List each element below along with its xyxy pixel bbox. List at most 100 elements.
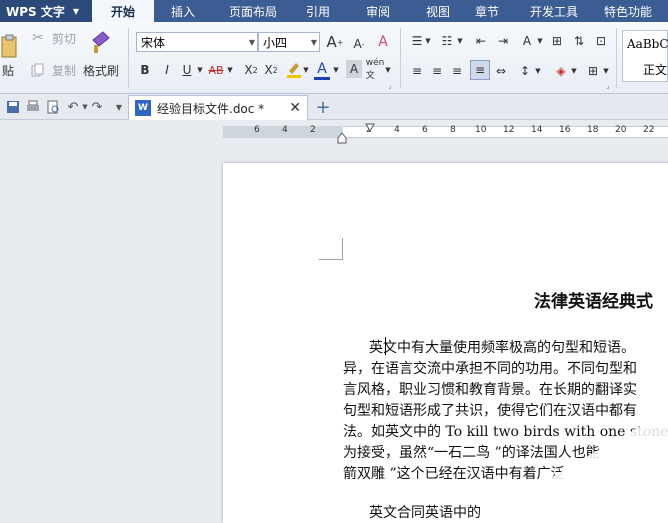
font-color-icon[interactable]: A [314, 60, 330, 80]
menu-bar: WPS 文字 ▼ 开始 插入 页面布局 引用 审阅 视图 章节 开发工具 特色功… [0, 0, 668, 22]
font-size-value: 小四 [263, 35, 288, 50]
subscript-icon[interactable]: X2 [262, 60, 280, 80]
save-icon[interactable] [4, 98, 22, 116]
separator [400, 28, 401, 88]
close-icon[interactable]: ✕ [289, 100, 301, 116]
chevron-down-icon[interactable]: ▼ [332, 62, 340, 78]
horizontal-ruler[interactable]: 6 4 2 2 4 6 8 10 12 14 16 18 20 22 [0, 120, 668, 144]
shading-icon[interactable]: ◈ [552, 62, 570, 80]
borders-icon[interactable]: ⊞ [584, 62, 602, 80]
show-marks-icon[interactable]: ⊡ [592, 32, 610, 50]
chevron-down-icon[interactable]: ▼ [456, 34, 464, 48]
print-preview-icon[interactable] [44, 98, 62, 116]
scissors-icon[interactable]: ✂ [30, 30, 46, 46]
paragraph-line: 英文中有大量使用频率极高的句型和短语。 [369, 340, 635, 356]
chevron-down-icon[interactable]: ▼ [196, 62, 204, 78]
document-tab[interactable]: W 经验目标文件.doc * ✕ [128, 95, 308, 120]
align-left-icon[interactable]: ≡ [408, 62, 426, 80]
underline-icon[interactable]: U [180, 60, 194, 80]
decrease-indent-icon[interactable]: ⇤ [472, 32, 490, 50]
tab-section[interactable]: 章节 [462, 0, 512, 22]
font-name-select[interactable]: 宋体 ▼ [136, 32, 258, 52]
cut-button[interactable]: 剪切 [50, 30, 78, 46]
document-tab-label: 经验目标文件.doc * [157, 101, 265, 116]
justify-icon[interactable]: ≡ [470, 60, 490, 80]
new-tab-icon[interactable]: + [314, 97, 332, 118]
char-shading-icon[interactable]: A [346, 60, 362, 78]
dialog-launcher-icon[interactable]: ⌟ [386, 82, 394, 90]
table-icon[interactable]: ⊞ [548, 32, 566, 50]
format-painter-button[interactable]: 格式刷 [80, 62, 122, 78]
paste-icon[interactable] [0, 32, 20, 62]
ruler-tick: 4 [394, 125, 400, 135]
italic-icon[interactable]: I [160, 60, 174, 80]
phonetic-guide-icon[interactable]: wén 文 [366, 58, 385, 81]
distribute-icon[interactable]: ⇔ [492, 62, 510, 80]
chevron-down-icon[interactable]: ▼ [302, 62, 310, 78]
chevron-down-icon[interactable]: ▼ [536, 34, 544, 48]
chevron-down-icon[interactable]: ▼ [570, 64, 578, 78]
align-center-icon[interactable]: ≡ [428, 62, 446, 80]
copy-button[interactable]: 复制 [50, 62, 78, 78]
chevron-down-icon[interactable]: ▼ [602, 64, 610, 78]
tab-features[interactable]: 特色功能 [596, 0, 660, 22]
margin-corner-mark [319, 238, 343, 260]
superscript-icon[interactable]: X2 [242, 60, 260, 80]
shrink-font-icon[interactable]: A- [350, 34, 368, 54]
paragraph-line: 句型和短语形成了共识，使得它们在汉语中都有 [343, 403, 637, 419]
chevron-down-icon: ▼ [248, 38, 255, 47]
sort-icon[interactable]: ⇅ [570, 32, 588, 50]
first-line-indent-marker[interactable] [365, 122, 375, 133]
tab-developer[interactable]: 开发工具 [512, 0, 596, 22]
dialog-launcher-icon[interactable]: ⌟ [604, 82, 612, 90]
tab-page-layout[interactable]: 页面布局 [212, 0, 294, 22]
paragraph-line: 英文合同英语中的 [369, 505, 481, 521]
ruler-tick: 10 [475, 125, 487, 135]
redo-icon[interactable]: ↷ [88, 98, 106, 116]
line-spacing-icon[interactable]: ↕ [516, 62, 534, 80]
tab-view[interactable]: 视图 [414, 0, 462, 22]
clear-format-icon[interactable]: A [374, 32, 392, 52]
ribbon-toolbar: 贴 ✂ 剪切 复制 格式刷 宋体 ▼ 小四 ▼ A + A- A B I U ▼ AB… [0, 22, 668, 94]
tab-home[interactable]: 开始 [92, 0, 154, 22]
paragraph-line: 箭双雕 ”这个已经在汉语中有着广泛 [343, 466, 565, 482]
print-icon[interactable] [24, 98, 42, 116]
grow-font-icon[interactable]: A + [326, 32, 344, 52]
align-right-icon[interactable]: ≡ [448, 62, 466, 80]
style-preview: AaBbC [627, 37, 668, 51]
numbered-list-icon[interactable]: ☷ [438, 32, 456, 50]
chevron-down-icon[interactable]: ▼ [226, 62, 234, 78]
tab-review[interactable]: 审阅 [342, 0, 414, 22]
font-size-select[interactable]: 小四 ▼ [258, 32, 320, 52]
quick-access-bar: ↶ ▼ ↷ ▼ W 经验目标文件.doc * ✕ + [0, 94, 668, 120]
app-name: WPS 文字 [6, 4, 65, 19]
tab-insert[interactable]: 插入 [154, 0, 212, 22]
bold-icon[interactable]: B [138, 60, 152, 80]
ruler-tick: 22 [643, 125, 655, 135]
paragraph-line: 异，在语言交流中承担不同的功用。不同句型和 [343, 361, 637, 377]
text-direction-icon[interactable]: A [518, 32, 536, 50]
ruler-tick: 2 [310, 125, 316, 135]
increase-indent-icon[interactable]: ⇥ [494, 32, 512, 50]
tab-references[interactable]: 引用 [294, 0, 342, 22]
paste-button[interactable]: 贴 [0, 62, 16, 78]
ruler-tick: 6 [422, 125, 428, 135]
chevron-down-icon[interactable]: ▼ [384, 62, 392, 78]
document-title: 法律英语经典式 [534, 292, 653, 312]
chevron-down-icon[interactable]: ▼ [424, 34, 432, 48]
chevron-down-icon[interactable]: ▼ [534, 64, 542, 78]
style-name: 正文 [643, 63, 668, 77]
ruler-tick: 4 [282, 125, 288, 135]
customize-qat-icon[interactable]: ▼ [110, 98, 128, 116]
app-menu-button[interactable]: WPS 文字 ▼ [0, 0, 92, 22]
doc-icon: W [135, 100, 151, 116]
font-name-value: 宋体 [141, 35, 166, 50]
style-gallery-item[interactable]: AaBbC 正文 [622, 30, 668, 82]
paragraph-line: 法。如英文中的 To kill two birds with one stone [343, 424, 668, 440]
ruler-tick: 16 [559, 125, 571, 135]
hanging-indent-marker[interactable] [337, 132, 347, 144]
strikethrough-icon[interactable]: AB [206, 60, 226, 80]
copy-icon[interactable] [30, 62, 46, 78]
format-painter-icon[interactable] [88, 30, 112, 54]
highlight-icon[interactable] [286, 60, 302, 80]
